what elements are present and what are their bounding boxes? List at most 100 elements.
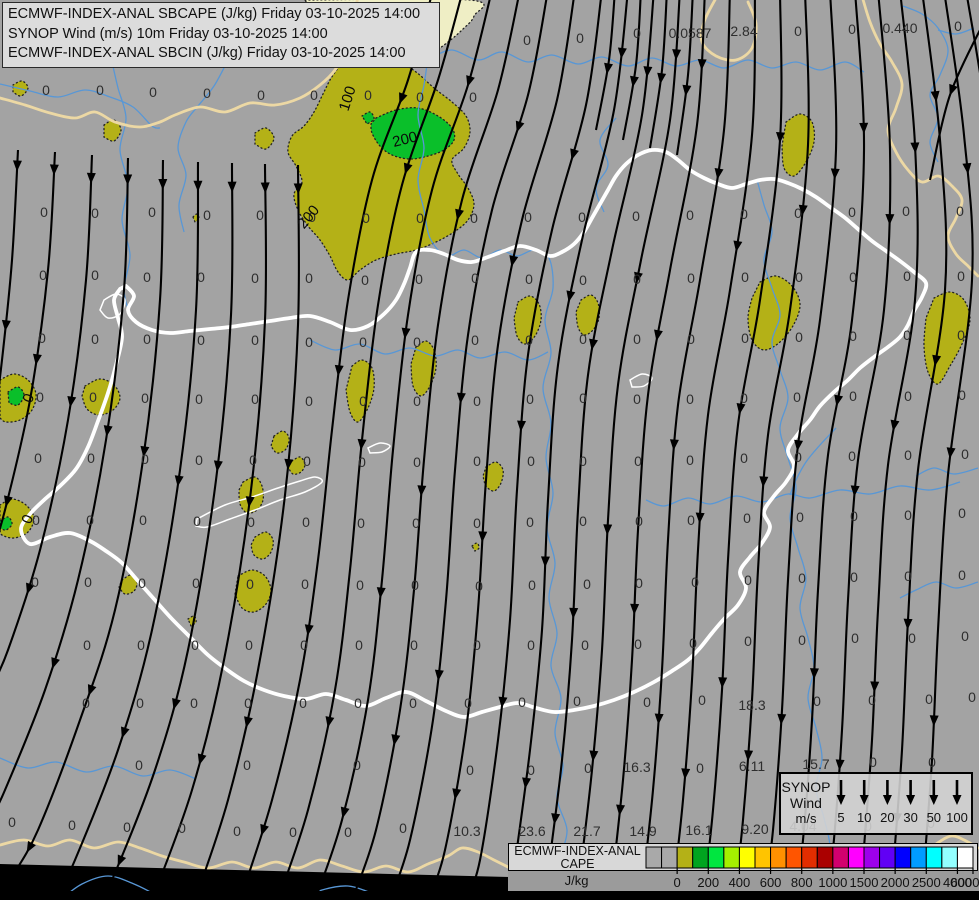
- colorbar-swatch: [911, 847, 927, 868]
- down-arrow-icon: [860, 795, 869, 805]
- station-value: 0: [579, 272, 587, 288]
- station-value: 0: [8, 814, 16, 830]
- station-value: 0: [635, 513, 643, 529]
- wind-legend-source: SYNOP: [781, 779, 831, 795]
- station-value: 16.1: [685, 822, 712, 838]
- station-value: 0: [141, 451, 149, 467]
- station-value: 0: [139, 512, 147, 528]
- station-value: 0: [299, 695, 307, 711]
- station-value: 0: [197, 269, 205, 285]
- station-value: 0: [136, 695, 144, 711]
- station-value: 0: [197, 332, 205, 348]
- station-value: 0: [354, 695, 362, 711]
- station-value: 0: [84, 574, 92, 590]
- station-value: 0: [413, 454, 421, 470]
- station-value: 0: [359, 393, 367, 409]
- station-value: 0: [362, 210, 370, 226]
- colorbar-tick-label: 200: [697, 875, 719, 890]
- station-value: 0: [364, 87, 372, 103]
- station-value: 0: [851, 630, 859, 646]
- station-value: 0: [579, 513, 587, 529]
- station-value: 0: [31, 574, 39, 590]
- station-value: 0: [744, 633, 752, 649]
- station-value: 2.84: [730, 23, 757, 39]
- station-value: 0: [848, 21, 856, 37]
- station-value: 0: [958, 387, 966, 403]
- station-value: 0: [634, 453, 642, 469]
- station-value: 0: [741, 269, 749, 285]
- station-value: 0: [89, 389, 97, 405]
- wind-speed-label: 20: [880, 810, 894, 825]
- station-value: 0: [961, 446, 969, 462]
- station-value: 0: [795, 269, 803, 285]
- station-value: 0: [813, 693, 821, 709]
- station-value: 0.440: [882, 20, 917, 36]
- cape-colorbar: 0200400600800100015002000250040006000: [644, 846, 979, 892]
- station-value: 0: [578, 209, 586, 225]
- down-arrow-icon: [837, 795, 846, 805]
- station-value: 0: [968, 689, 976, 705]
- station-value: 0: [632, 208, 640, 224]
- station-value: 0: [251, 391, 259, 407]
- colorbar-swatch: [786, 847, 802, 868]
- station-value: 0: [471, 270, 479, 286]
- colorbar-swatch: [895, 847, 911, 868]
- map-title-box: ECMWF-INDEX-ANAL SBCAPE (J/kg) Friday 03…: [2, 2, 440, 68]
- station-value: 0: [686, 452, 694, 468]
- station-value: 15.7: [802, 756, 829, 772]
- station-value: 0: [904, 388, 912, 404]
- station-value: 0: [123, 819, 131, 835]
- station-value: 0: [40, 204, 48, 220]
- colorbar-swatch: [771, 847, 787, 868]
- station-value: 0: [525, 271, 533, 287]
- wind-legend-unit: m/s: [781, 811, 831, 827]
- station-value: 0: [527, 637, 535, 653]
- station-value: 0: [794, 23, 802, 39]
- colorbar-tick-label: 1000: [818, 875, 847, 890]
- station-value: 0: [243, 757, 251, 773]
- colorbar-swatch: [880, 847, 896, 868]
- station-value: 0: [526, 514, 534, 530]
- station-value: 0: [357, 515, 365, 531]
- station-value: 0: [233, 823, 241, 839]
- station-value: 0: [203, 85, 211, 101]
- colorbar-swatch: [755, 847, 771, 868]
- station-value: 0: [195, 391, 203, 407]
- station-value: 0: [289, 824, 297, 840]
- station-value: 0: [415, 271, 423, 287]
- station-value: 0: [38, 330, 46, 346]
- station-value: 0: [793, 389, 801, 405]
- colorbar-swatch: [739, 847, 755, 868]
- station-value: 0: [686, 207, 694, 223]
- wind-speed-label: 30: [903, 810, 917, 825]
- station-value: 0: [473, 393, 481, 409]
- station-value: 0: [305, 393, 313, 409]
- station-value: 0: [687, 512, 695, 528]
- station-value: 0: [469, 89, 477, 105]
- colorbar-tick-label: 2500: [912, 875, 941, 890]
- station-value: 0: [193, 513, 201, 529]
- station-value: 0: [475, 578, 483, 594]
- colorbar-swatch: [646, 847, 662, 868]
- colorbar-tick-label: 2000: [881, 875, 910, 890]
- colorbar-swatch: [864, 847, 880, 868]
- wind-speed-label: 100: [946, 810, 968, 825]
- station-value: 0: [523, 32, 531, 48]
- title-line-sbcin: ECMWF-INDEX-ANAL SBCIN (J/kg) Friday 03-…: [8, 44, 434, 64]
- colorbar-tick-label: 800: [791, 875, 813, 890]
- station-value: 0: [399, 820, 407, 836]
- station-value: 21.7: [573, 823, 600, 839]
- station-value: 0: [579, 390, 587, 406]
- station-value: 0: [743, 510, 751, 526]
- colorbar-swatch: [662, 847, 678, 868]
- station-value: 10.3: [453, 823, 480, 839]
- station-value: 16.3: [623, 759, 650, 775]
- station-value: 0: [411, 577, 419, 593]
- station-value: 9.20: [741, 821, 768, 837]
- station-value: 0: [741, 330, 749, 346]
- station-value: 0: [848, 204, 856, 220]
- station-value: 0: [256, 207, 264, 223]
- station-value: 0: [579, 331, 587, 347]
- station-value: 0: [798, 632, 806, 648]
- station-value: 0: [689, 635, 697, 651]
